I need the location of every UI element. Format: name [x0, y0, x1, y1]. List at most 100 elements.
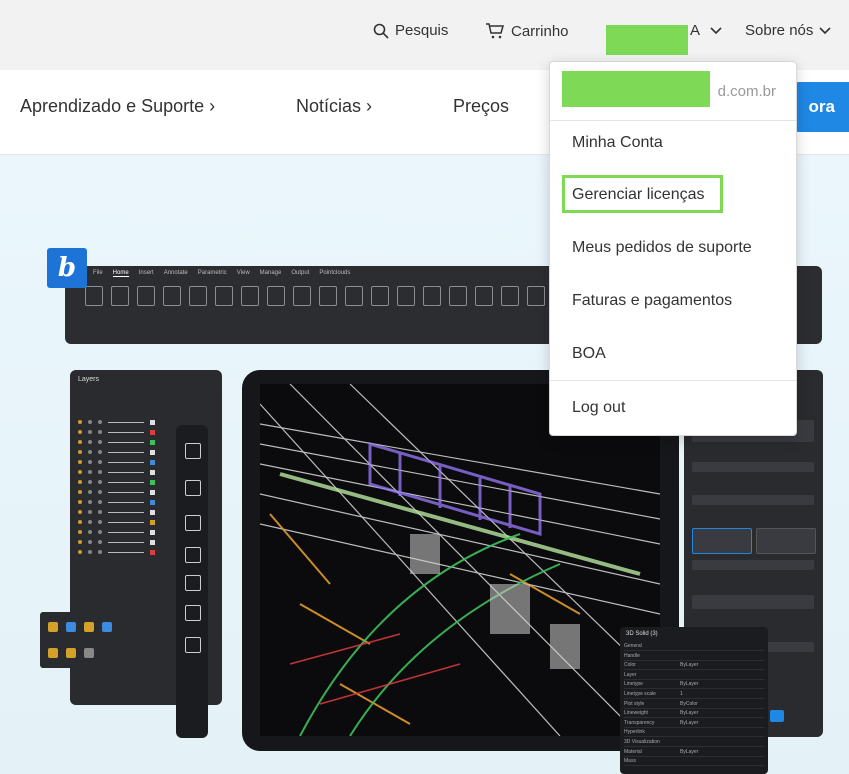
property-label: Plot style — [624, 700, 645, 707]
property-value: ByLayer — [680, 748, 699, 755]
palette-tool-icon — [84, 622, 94, 632]
menu-item-support-requests[interactable]: Meus pedidos de suporte — [572, 239, 752, 257]
menu-item-invoices-payments[interactable]: Faturas e pagamentos — [572, 292, 732, 310]
property-row: Hyperlink — [624, 729, 764, 738]
property-label: Handle — [624, 652, 640, 659]
chevron-down-icon — [710, 26, 722, 34]
ribbon-tab: Insert — [138, 270, 154, 276]
menu-divider — [550, 380, 796, 381]
property-row: Handle — [624, 653, 764, 661]
ribbon-tool-icon — [111, 286, 129, 306]
ribbon-tab: View — [236, 270, 250, 276]
3d-model-viewport — [260, 384, 660, 736]
menu-divider — [550, 120, 796, 121]
property-label: 3D Visualization — [624, 739, 660, 745]
ribbon-tool-icon — [397, 286, 415, 306]
search-link[interactable]: Pesquis — [373, 22, 448, 39]
tool-icon — [185, 605, 201, 621]
ribbon-tab: Pointclouds — [319, 270, 351, 276]
palette-tool-icon — [48, 622, 58, 632]
ribbon-tool-icon — [241, 286, 259, 306]
palette-tool-icon — [102, 622, 112, 632]
property-value: 1 — [680, 691, 683, 697]
cart-link[interactable]: Carrinho — [485, 22, 569, 40]
ribbon-tool-icon — [293, 286, 311, 306]
cart-icon — [486, 23, 504, 39]
panel-field — [692, 462, 814, 472]
vertical-toolbar — [176, 425, 208, 738]
ribbon-tab: Home — [112, 270, 129, 277]
ribbon-tab: Parametric — [197, 270, 227, 276]
property-row: Material ByLayer — [624, 749, 764, 757]
panel-ok-button — [770, 710, 784, 722]
ribbon-tab: File — [93, 270, 103, 276]
ribbon-tool-icon — [85, 286, 103, 306]
nav-item-news[interactable]: Notícias › — [296, 96, 372, 117]
menu-item-manage-licenses[interactable]: Gerenciar licenças — [572, 186, 705, 204]
redacted-account-name — [606, 25, 688, 55]
redacted-email — [562, 71, 710, 107]
account-menu-button[interactable]: A — [690, 22, 722, 39]
property-value: ByLayer — [680, 710, 699, 717]
property-label: Mass — [624, 758, 636, 765]
property-value: ByLayer — [680, 662, 699, 669]
ribbon-tool-icon — [475, 286, 493, 306]
ribbon-tool-icon — [527, 286, 545, 306]
ribbon-tool-icon — [163, 286, 181, 306]
property-label: Transparency — [624, 719, 655, 726]
property-label: General — [624, 643, 642, 649]
about-menu-button[interactable]: Sobre nós — [745, 22, 831, 39]
ribbon-tool-icon — [449, 286, 467, 306]
property-label: Linetype scale — [624, 691, 656, 697]
property-label: Material — [624, 748, 642, 755]
property-row: Lineweight ByLayer — [624, 710, 764, 719]
properties-title: 3D Solid (3) — [626, 631, 658, 637]
property-row: Linetype ByLayer — [624, 681, 764, 690]
menu-item-my-account[interactable]: Minha Conta — [572, 134, 663, 152]
nav-label: Preços — [453, 96, 510, 116]
ribbon-tool-icon — [189, 286, 207, 306]
account-dropdown-menu: d.com.br Minha Conta Gerenciar licenças … — [549, 61, 797, 436]
property-value: ByColor — [680, 700, 698, 707]
ribbon-tool-icon — [215, 286, 233, 306]
panel-field — [692, 595, 814, 609]
panel-field — [692, 560, 814, 570]
chevron-down-icon — [819, 26, 831, 34]
ribbon-tab: Manage — [259, 270, 282, 276]
palette-tool-icon — [66, 648, 76, 658]
panel-option-button — [692, 528, 752, 554]
property-row: Layer — [624, 672, 764, 680]
tool-icon — [185, 575, 201, 591]
property-label: Linetype — [624, 681, 643, 688]
about-label: Sobre nós — [745, 22, 814, 39]
ribbon-tabs: File Home Insert Annotate Parametric Vie… — [93, 270, 350, 277]
property-value: ByLayer — [680, 719, 699, 726]
palette-tool-icon — [48, 648, 58, 658]
menu-item-boa[interactable]: BOA — [572, 345, 606, 363]
selection-properties-panel: 3D Solid (3) General Handle Color ByLayer La… — [620, 627, 768, 774]
logo-letter: b — [57, 253, 77, 283]
ribbon-tab: Annotate — [163, 270, 188, 276]
account-label-suffix: A — [690, 22, 701, 39]
nav-label: Notícias — [296, 96, 362, 116]
nav-item-learning-support[interactable]: Aprendizado e Suporte › — [20, 96, 215, 117]
tool-icon — [185, 637, 201, 653]
chevron-right-icon: › — [209, 96, 216, 116]
property-value: ByLayer — [680, 681, 699, 688]
ribbon-tab: Output — [291, 270, 310, 276]
tool-icon — [185, 443, 201, 459]
property-row: Color ByLayer — [624, 662, 764, 671]
search-label: Pesquis — [395, 22, 449, 39]
property-label: Hyperlink — [624, 729, 645, 736]
cta-label: ora — [808, 97, 835, 116]
nav-item-pricing[interactable]: Preços — [453, 96, 509, 117]
property-row: Transparency ByLayer — [624, 720, 764, 728]
property-label: Lineweight — [624, 710, 648, 717]
ribbon-tool-icon — [319, 286, 337, 306]
tool-icon — [185, 480, 201, 496]
property-row: Linetype scale 1 — [624, 691, 764, 699]
chevron-right-icon: › — [366, 96, 373, 116]
menu-item-log-out[interactable]: Log out — [572, 399, 625, 417]
nav-label: Aprendizado e Suporte — [20, 96, 205, 116]
ribbon-tool-icon — [371, 286, 389, 306]
